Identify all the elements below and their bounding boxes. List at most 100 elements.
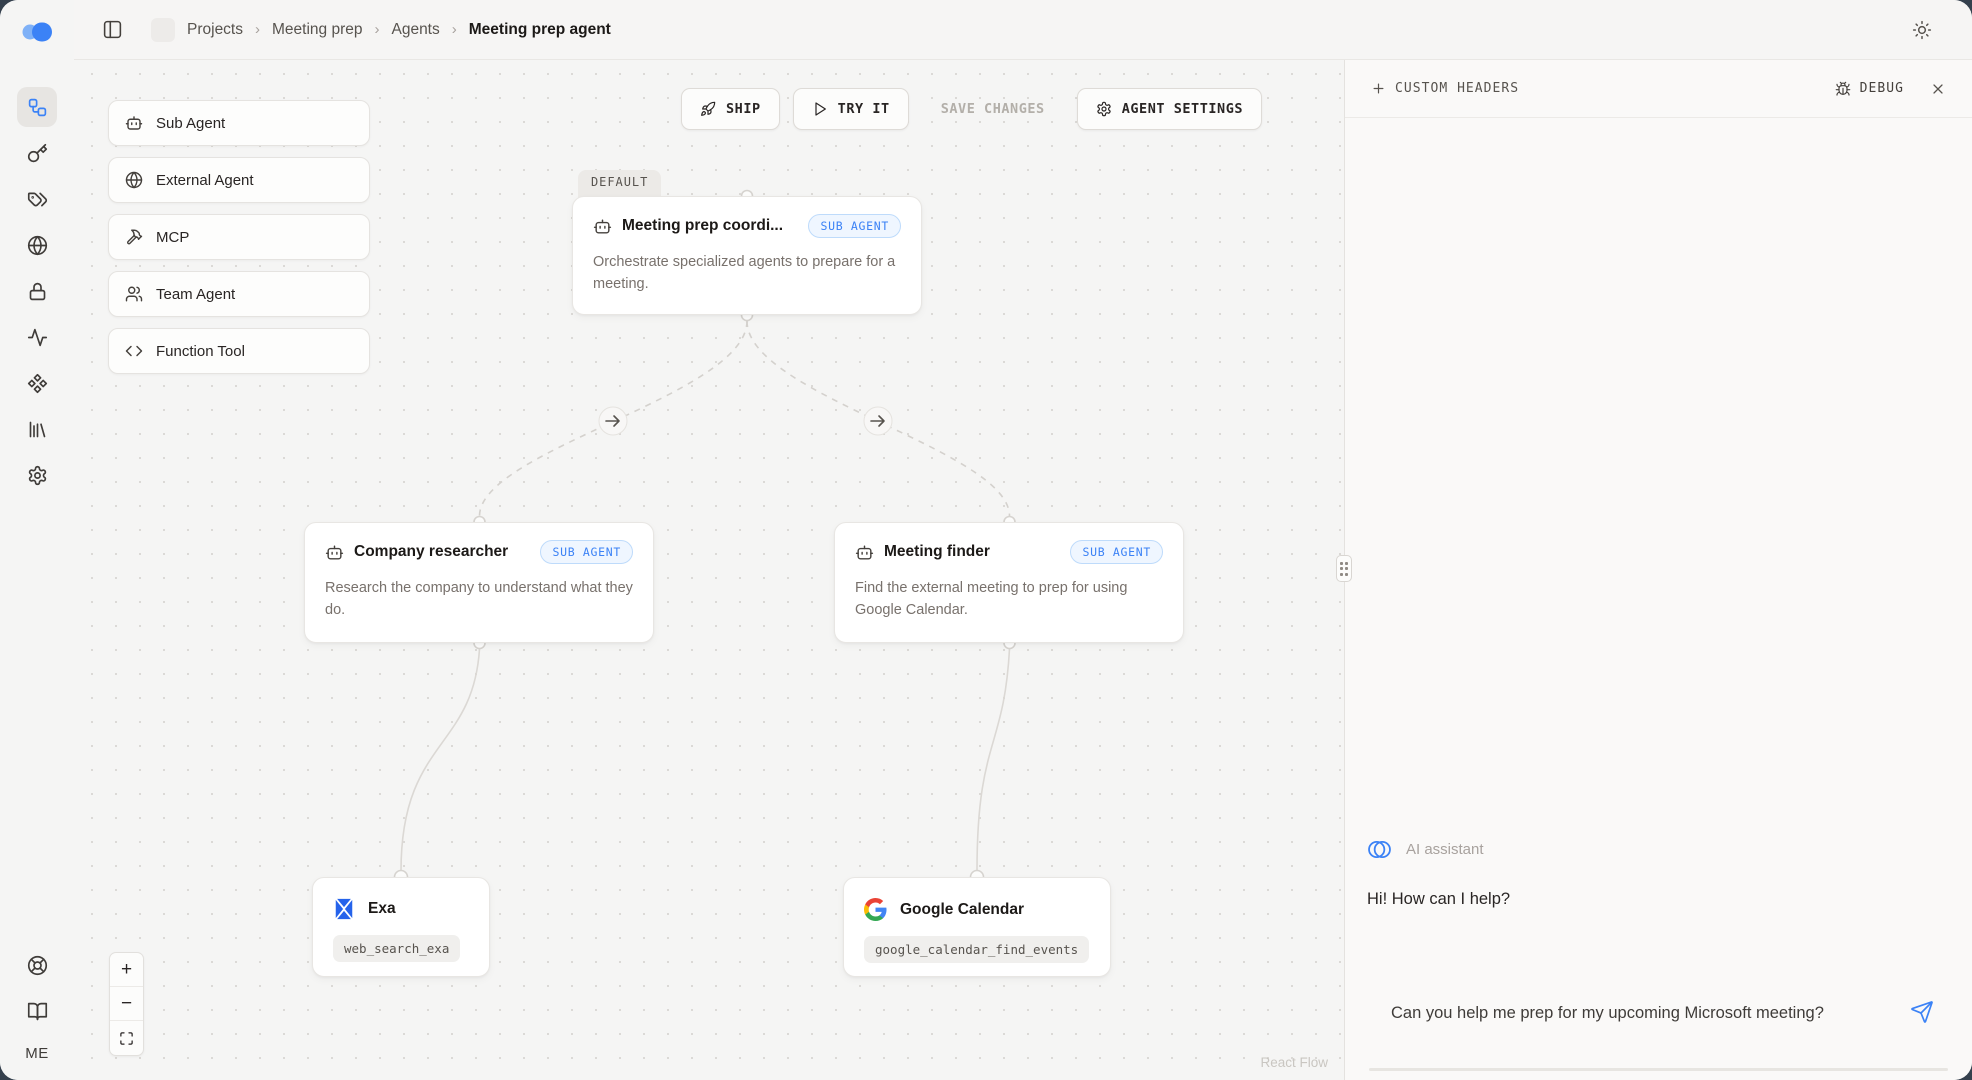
react-flow-attribution[interactable]: React Flow [1260, 1055, 1328, 1070]
maximize-icon [119, 1031, 134, 1046]
try-it-button[interactable]: TRY IT [793, 88, 909, 130]
tool-name-pill: web_search_exa [333, 935, 460, 962]
debug-button[interactable]: DEBUG [1835, 81, 1904, 97]
zoom-out-button[interactable]: − [110, 987, 143, 1021]
tool-name-pill: google_calendar_find_events [864, 936, 1089, 963]
assistant-name: AI assistant [1406, 841, 1484, 858]
breadcrumb-separator: › [374, 21, 379, 38]
palette-item-function-tool[interactable]: Function Tool [108, 328, 370, 374]
node-palette: Sub Agent External Agent MCP Team Agent [108, 100, 370, 374]
life-buoy-icon [27, 955, 48, 976]
node-meeting-finder[interactable]: Meeting finder SUB AGENT Find the extern… [834, 522, 1184, 643]
chat-panel: CUSTOM HEADERS DEBUG [1345, 60, 1972, 1080]
breadcrumb-current-page: Meeting prep agent [469, 21, 611, 39]
globe-icon [125, 171, 143, 189]
palette-item-mcp[interactable]: MCP [108, 214, 370, 260]
zoom-in-button[interactable]: + [110, 953, 143, 987]
icon-rail: ME [0, 0, 74, 1080]
nav-api-keys[interactable] [17, 133, 57, 173]
breadcrumb-separator: › [255, 21, 260, 38]
agent-settings-button[interactable]: AGENT SETTINGS [1077, 88, 1262, 130]
node-title: Meeting finder [884, 543, 990, 561]
sub-agent-badge: SUB AGENT [808, 214, 901, 238]
plus-icon [1371, 81, 1386, 96]
docs-button[interactable] [17, 991, 57, 1031]
sidebar-toggle-button[interactable] [102, 19, 123, 40]
hammer-icon [125, 228, 143, 246]
nav-library[interactable] [17, 409, 57, 449]
send-button[interactable] [1910, 1000, 1934, 1024]
save-changes-label: SAVE CHANGES [941, 101, 1045, 117]
chat-input-area: Can you help me prep for my upcoming Mic… [1369, 984, 1948, 1071]
breadcrumb-meeting-prep[interactable]: Meeting prep [272, 21, 362, 39]
palette-item-label: MCP [156, 229, 189, 246]
custom-headers-label: CUSTOM HEADERS [1395, 81, 1519, 96]
palette-item-label: Sub Agent [156, 115, 225, 132]
node-meeting-prep-coordinator[interactable]: Meeting prep coordi... SUB AGENT Orchest… [572, 196, 922, 315]
users-icon [125, 285, 143, 303]
node-description: Find the external meeting to prep for us… [855, 577, 1163, 622]
canvas-toolbar: SHIP TRY IT SAVE CHANGES AGENT SETTINGS [681, 88, 1262, 130]
bot-icon [593, 217, 612, 236]
workflow-icon [27, 97, 48, 118]
default-agent-tab: DEFAULT [578, 170, 661, 199]
nav-components[interactable] [17, 363, 57, 403]
app-window: ME Projects › Meeting prep › Agents › Me… [0, 0, 1972, 1080]
breadcrumb-projects[interactable]: Projects [187, 21, 243, 39]
bot-icon [855, 543, 874, 562]
play-icon [812, 101, 828, 117]
google-logo-icon [864, 898, 887, 921]
bot-icon [125, 114, 143, 132]
flow-canvas[interactable]: Sub Agent External Agent MCP Team Agent [74, 60, 1344, 1080]
nav-agents-graph[interactable] [17, 87, 57, 127]
theme-toggle-button[interactable] [1912, 20, 1932, 40]
palette-item-label: Function Tool [156, 343, 245, 360]
custom-headers-button[interactable]: CUSTOM HEADERS [1371, 81, 1519, 96]
assistant-greeting-message: Hi! How can I help? [1367, 890, 1510, 909]
project-icon-placeholder [151, 18, 175, 42]
node-title: Meeting prep coordi... [622, 217, 783, 235]
bug-icon [1835, 81, 1851, 97]
nav-security[interactable] [17, 271, 57, 311]
fit-view-button[interactable] [110, 1021, 143, 1055]
panel-divider [1344, 60, 1345, 1080]
nav-settings[interactable] [17, 455, 57, 495]
close-icon [1930, 81, 1946, 97]
palette-item-team-agent[interactable]: Team Agent [108, 271, 370, 317]
gear-icon [1096, 101, 1112, 117]
edge-arrow-marker [864, 407, 892, 435]
key-icon [27, 143, 48, 164]
sub-agent-badge: SUB AGENT [1070, 540, 1163, 564]
activity-icon [27, 327, 48, 348]
palette-item-external-agent[interactable]: External Agent [108, 157, 370, 203]
chat-input[interactable]: Can you help me prep for my upcoming Mic… [1369, 984, 1948, 1060]
library-icon [27, 419, 48, 440]
sun-icon [1912, 20, 1932, 40]
nav-activity[interactable] [17, 317, 57, 357]
try-it-label: TRY IT [838, 101, 890, 117]
node-google-calendar-tool[interactable]: Google Calendar google_calendar_find_eve… [843, 877, 1111, 977]
tool-node-title: Google Calendar [900, 901, 1024, 919]
breadcrumb: Projects › Meeting prep › Agents › Meeti… [187, 21, 611, 39]
exa-logo-icon [333, 898, 355, 920]
panel-resize-handle[interactable] [1336, 555, 1352, 582]
node-exa-tool[interactable]: Exa web_search_exa [312, 877, 490, 977]
user-avatar[interactable]: ME [25, 1045, 48, 1062]
tags-icon [27, 189, 48, 210]
code-icon [125, 342, 143, 360]
save-changes-button[interactable]: SAVE CHANGES [922, 88, 1064, 130]
palette-item-label: Team Agent [156, 286, 235, 303]
close-panel-button[interactable] [1930, 81, 1946, 97]
nav-credentials[interactable] [17, 179, 57, 219]
inkeep-logo[interactable] [21, 22, 53, 47]
nav-external[interactable] [17, 225, 57, 265]
sub-agent-badge: SUB AGENT [540, 540, 633, 564]
node-company-researcher[interactable]: Company researcher SUB AGENT Research th… [304, 522, 654, 643]
assistant-header: AI assistant [1366, 836, 1484, 863]
edge-arrow-marker [599, 407, 627, 435]
help-button[interactable] [17, 945, 57, 985]
ship-button[interactable]: SHIP [681, 88, 780, 130]
palette-item-sub-agent[interactable]: Sub Agent [108, 100, 370, 146]
book-open-icon [27, 1001, 48, 1022]
breadcrumb-agents[interactable]: Agents [391, 21, 439, 39]
